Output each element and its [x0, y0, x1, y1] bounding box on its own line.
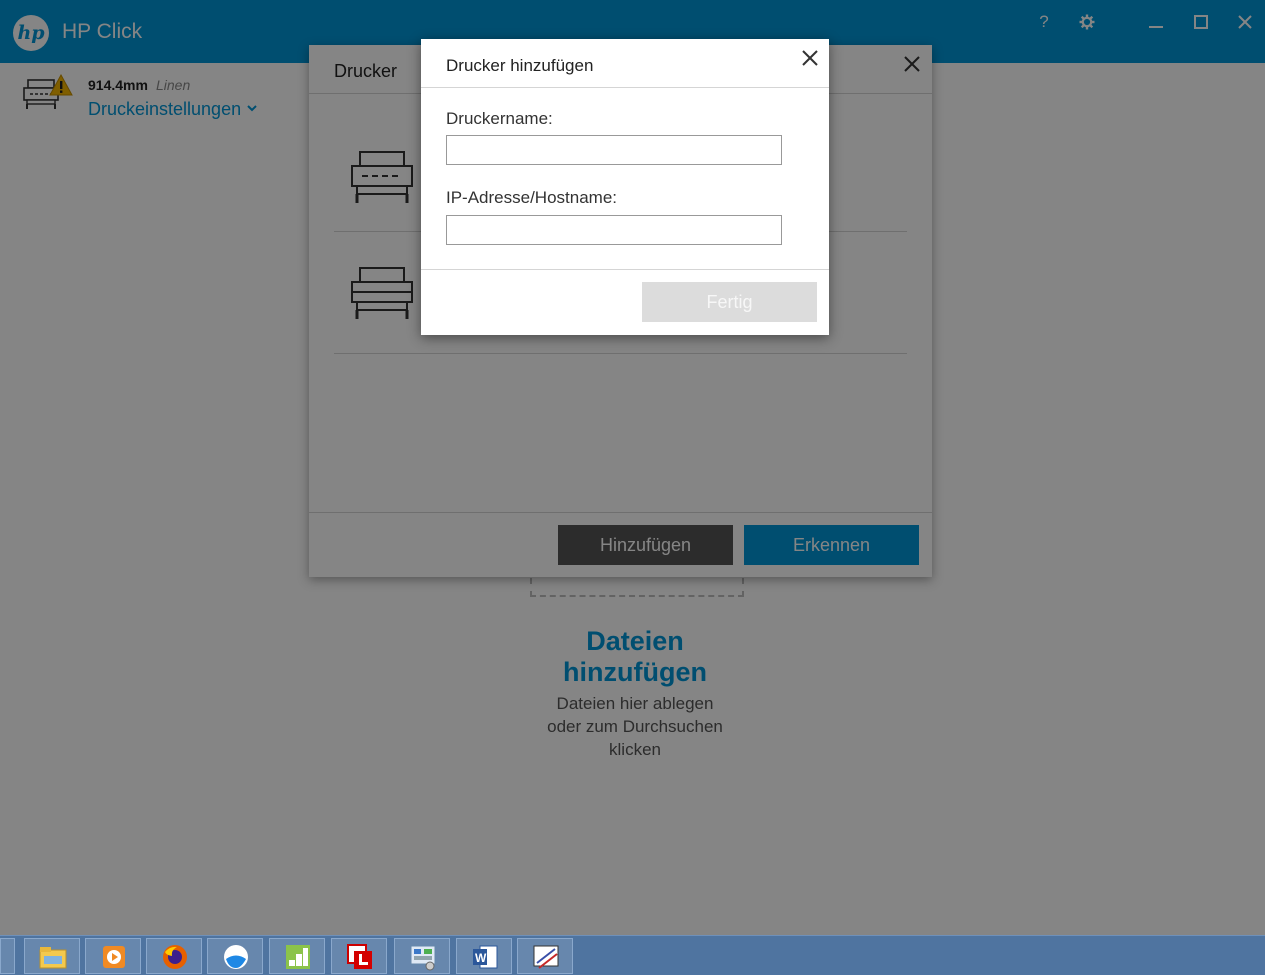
- word-icon: W: [473, 945, 498, 969]
- l-app-icon: [347, 944, 372, 969]
- printer-name-label: Druckername:: [446, 109, 553, 128]
- add-printer-dialog: Drucker hinzufügen Druckername: IP-Adres…: [421, 39, 829, 335]
- close-icon[interactable]: [799, 47, 821, 69]
- drawing-app-icon: [533, 945, 559, 969]
- firefox-icon: [163, 945, 187, 969]
- taskbar-app[interactable]: [394, 938, 450, 974]
- media-player-icon: [103, 946, 125, 968]
- taskbar-app[interactable]: [146, 938, 202, 974]
- browser-icon: [224, 945, 248, 969]
- taskbar-app[interactable]: [269, 938, 325, 974]
- taskbar-app[interactable]: W: [456, 938, 512, 974]
- spreadsheet-icon: [286, 945, 310, 969]
- divider: [421, 87, 829, 88]
- taskbar-app[interactable]: [85, 938, 141, 974]
- ip-address-label: IP-Adresse/Hostname:: [446, 188, 618, 207]
- done-button[interactable]: Fertig: [642, 282, 817, 322]
- control-panel-icon: [410, 945, 436, 971]
- taskbar-app[interactable]: [207, 938, 263, 974]
- taskbar-app[interactable]: [24, 938, 80, 974]
- taskbar: W: [0, 935, 1265, 975]
- svg-text:W: W: [475, 951, 487, 965]
- printer-name-input[interactable]: [446, 135, 782, 165]
- taskbar-app[interactable]: [331, 938, 387, 974]
- taskbar-edge[interactable]: [0, 938, 15, 974]
- file-explorer-icon: [39, 947, 67, 969]
- divider: [421, 269, 829, 270]
- add-printer-dialog-title: Drucker hinzufügen: [446, 56, 594, 75]
- taskbar-app[interactable]: [517, 938, 573, 974]
- ip-address-input[interactable]: [446, 215, 782, 245]
